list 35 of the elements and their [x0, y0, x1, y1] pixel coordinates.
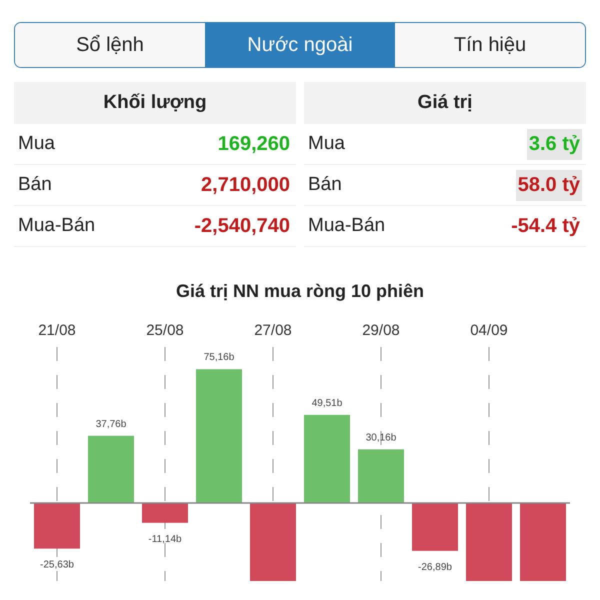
bar — [142, 503, 188, 523]
x-axis-label: 25/08 — [146, 322, 184, 339]
x-axis-label: 04/09 — [470, 322, 508, 339]
x-axis-label: 21/08 — [38, 322, 76, 339]
row-value: -54.4 tỷ — [510, 214, 581, 238]
x-axis-label: 27/08 — [254, 322, 292, 339]
bar — [34, 503, 80, 549]
tab[interactable]: Tín hiệu — [395, 23, 585, 67]
row-label: Mua-Bán — [18, 215, 96, 237]
row-value: -2,540,740 — [193, 214, 291, 238]
data-label: 75,16b — [204, 352, 234, 364]
row-value: 58.0 tỷ — [516, 170, 582, 200]
row-label: Mua — [18, 133, 55, 155]
row-label: Bán — [308, 174, 342, 196]
data-label: 37,76b — [96, 418, 126, 430]
bar — [412, 503, 458, 551]
bar — [88, 436, 134, 503]
tab[interactable]: Sổ lệnh — [15, 23, 205, 67]
row-label: Mua-Bán — [308, 215, 386, 237]
tab[interactable]: Nước ngoài — [205, 23, 395, 67]
data-label: 30,16b — [366, 432, 396, 444]
data-label: -26,89b — [418, 562, 452, 573]
row-label: Mua — [308, 133, 345, 155]
column-header: Khối lượng — [14, 82, 296, 124]
chart-title: Giá trị NN mua ròng 10 phiên — [174, 281, 426, 303]
row-value: 2,710,000 — [200, 172, 291, 198]
data-label: -25,63b — [40, 560, 74, 571]
column-header: Giá trị — [304, 82, 586, 124]
data-label: -11,14b — [148, 534, 182, 545]
row-label: Bán — [18, 174, 52, 196]
x-axis-label: 29/08 — [362, 322, 400, 339]
row-value: 169,260 — [216, 132, 291, 156]
bar — [358, 449, 404, 503]
data-label: 49,51b — [312, 398, 342, 409]
row-value: 3.6 tỷ — [526, 128, 582, 160]
